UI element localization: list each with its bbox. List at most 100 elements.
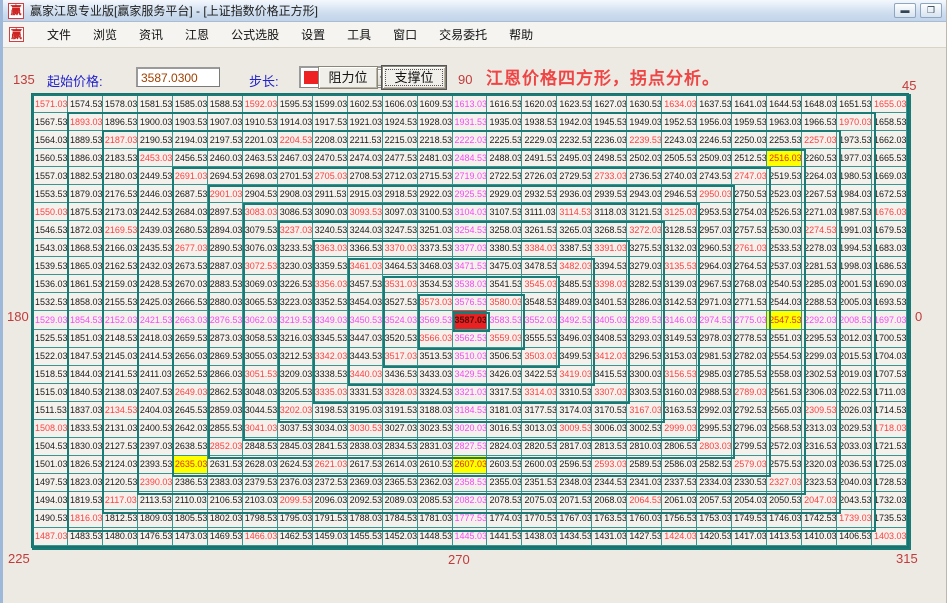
grid-cell: 3072.53 xyxy=(243,257,278,275)
grid-cell: 3391.03 xyxy=(592,239,627,257)
grid-cell: 3044.53 xyxy=(243,402,278,420)
grid-cell: 3104.03 xyxy=(453,203,488,221)
grid-cell: 2148.53 xyxy=(103,330,138,348)
menu-item[interactable]: 文件 xyxy=(36,22,82,47)
grid-cell: 2043.53 xyxy=(837,492,872,510)
grid-cell: 2327.03 xyxy=(767,474,802,492)
grid-cell: 1886.03 xyxy=(68,149,103,167)
grid-cell: 2719.03 xyxy=(453,167,488,185)
grid-cell: 2250.03 xyxy=(732,131,767,149)
grid-cell: 2404.03 xyxy=(138,402,173,420)
grid-cell: 2565.03 xyxy=(767,402,802,420)
grid-cell: 3580.03 xyxy=(487,293,522,311)
grid-cell: 2957.03 xyxy=(697,221,732,239)
start-price-label: 起始价格: xyxy=(47,71,103,90)
grid-cell: 2582.53 xyxy=(697,456,732,474)
grid-cell: 2628.03 xyxy=(243,456,278,474)
grid-cell: 2460.03 xyxy=(208,149,243,167)
grid-cell: 2607.03 xyxy=(453,456,488,474)
support-button[interactable]: 支撑位 xyxy=(382,66,446,89)
grid-cell: 1970.03 xyxy=(837,113,872,131)
grid-cell: 2666.53 xyxy=(173,293,208,311)
grid-cell: 3247.53 xyxy=(383,221,418,239)
grid-cell: 2656.03 xyxy=(173,348,208,366)
grid-cell: 2428.53 xyxy=(138,275,173,293)
grid-cell: 2887.03 xyxy=(208,257,243,275)
grid-cell: 2176.53 xyxy=(103,185,138,203)
grid-cell: 3163.53 xyxy=(662,402,697,420)
menu-item[interactable]: 窗口 xyxy=(382,22,428,47)
grid-cell: 2278.03 xyxy=(802,239,837,257)
grid-cell: 2796.03 xyxy=(732,420,767,438)
menu-item[interactable]: 浏览 xyxy=(82,22,128,47)
grid-cell: 2621.03 xyxy=(313,456,348,474)
grid-cell: 2222.03 xyxy=(453,131,488,149)
menu-item[interactable]: 江恩 xyxy=(174,22,220,47)
menu-item[interactable]: 交易委托 xyxy=(428,22,498,47)
grid-cell: 2715.53 xyxy=(418,167,453,185)
grid-cell: 3562.53 xyxy=(453,330,488,348)
grid-cell: 2950.03 xyxy=(697,185,732,203)
grid-cell: 1655.03 xyxy=(872,95,907,113)
focus-rect xyxy=(385,69,443,86)
menu-item[interactable]: 设置 xyxy=(290,22,336,47)
grid-cell: 2376.03 xyxy=(278,474,313,492)
grid-cell: 2981.53 xyxy=(697,348,732,366)
grid-cell: 2201.03 xyxy=(243,131,278,149)
grid-cell: 1406.53 xyxy=(837,528,872,546)
grid-cell: 3387.53 xyxy=(557,239,592,257)
grid-cell: 2757.53 xyxy=(732,221,767,239)
grid-cell: 3552.03 xyxy=(522,311,557,329)
grid-cell: 3181.03 xyxy=(487,402,522,420)
grid-cell: 2225.53 xyxy=(487,131,522,149)
grid-cell: 1875.53 xyxy=(68,203,103,221)
menu-item[interactable]: 公式选股 xyxy=(220,22,290,47)
grid-cell: 1879.03 xyxy=(68,185,103,203)
grid-cell: 3237.03 xyxy=(278,221,313,239)
grid-cell: 3321.03 xyxy=(453,384,488,402)
grid-cell: 1714.53 xyxy=(872,402,907,420)
grid-cell: 1893.03 xyxy=(68,113,103,131)
menu-item[interactable]: 资讯 xyxy=(128,22,174,47)
menu-bar: 赢 文件浏览资讯江恩公式选股设置工具窗口交易委托帮助 xyxy=(3,22,946,48)
grid-cell: 1413.53 xyxy=(767,528,802,546)
grid-cell: 2075.03 xyxy=(522,492,557,510)
grid-cell: 2281.53 xyxy=(802,257,837,275)
grid-cell: 1935.03 xyxy=(487,113,522,131)
grid-cell: 1420.53 xyxy=(697,528,732,546)
grid-cell: 2365.53 xyxy=(383,474,418,492)
grid-cell: 2845.03 xyxy=(278,438,313,456)
grid-cell: 3548.53 xyxy=(522,293,557,311)
grid-cell: 2614.03 xyxy=(383,456,418,474)
grid-cell: 2033.03 xyxy=(837,438,872,456)
grid-cell: 3121.53 xyxy=(627,203,662,221)
menu-item[interactable]: 工具 xyxy=(336,22,382,47)
grid-cell: 2999.03 xyxy=(662,420,697,438)
grid-cell: 2722.53 xyxy=(487,167,522,185)
grid-cell: 3286.03 xyxy=(627,293,662,311)
grid-cell: 2572.03 xyxy=(767,438,802,456)
grid-cell: 1840.53 xyxy=(68,384,103,402)
grid-cell: 2568.53 xyxy=(767,420,802,438)
grid-cell: 2467.03 xyxy=(278,149,313,167)
grid-cell: 2922.03 xyxy=(418,185,453,203)
grid-cell: 2701.53 xyxy=(278,167,313,185)
menu-logo-icon: 赢 xyxy=(9,27,24,42)
grid-cell: 3153.03 xyxy=(662,348,697,366)
grid-cell: 2330.53 xyxy=(732,474,767,492)
grid-cell: 3125.03 xyxy=(662,203,697,221)
menu-item[interactable]: 帮助 xyxy=(498,22,544,47)
grid-cell: 2068.03 xyxy=(592,492,627,510)
grid-cell: 2631.53 xyxy=(208,456,243,474)
grid-cell: 2264.03 xyxy=(802,167,837,185)
grid-cell: 2904.53 xyxy=(243,185,278,203)
resistance-button[interactable]: 阻力位 xyxy=(318,66,378,89)
start-price-input[interactable] xyxy=(136,67,220,87)
grid-cell: 3191.53 xyxy=(383,402,418,420)
grid-cell: 2127.53 xyxy=(103,438,138,456)
grid-cell: 2880.03 xyxy=(208,293,243,311)
minimize-button[interactable]: ▬ xyxy=(894,3,916,18)
grid-cell: 2677.03 xyxy=(173,239,208,257)
angle-label-135: 135 xyxy=(13,72,35,87)
maximize-button[interactable]: ❐ xyxy=(920,3,942,18)
